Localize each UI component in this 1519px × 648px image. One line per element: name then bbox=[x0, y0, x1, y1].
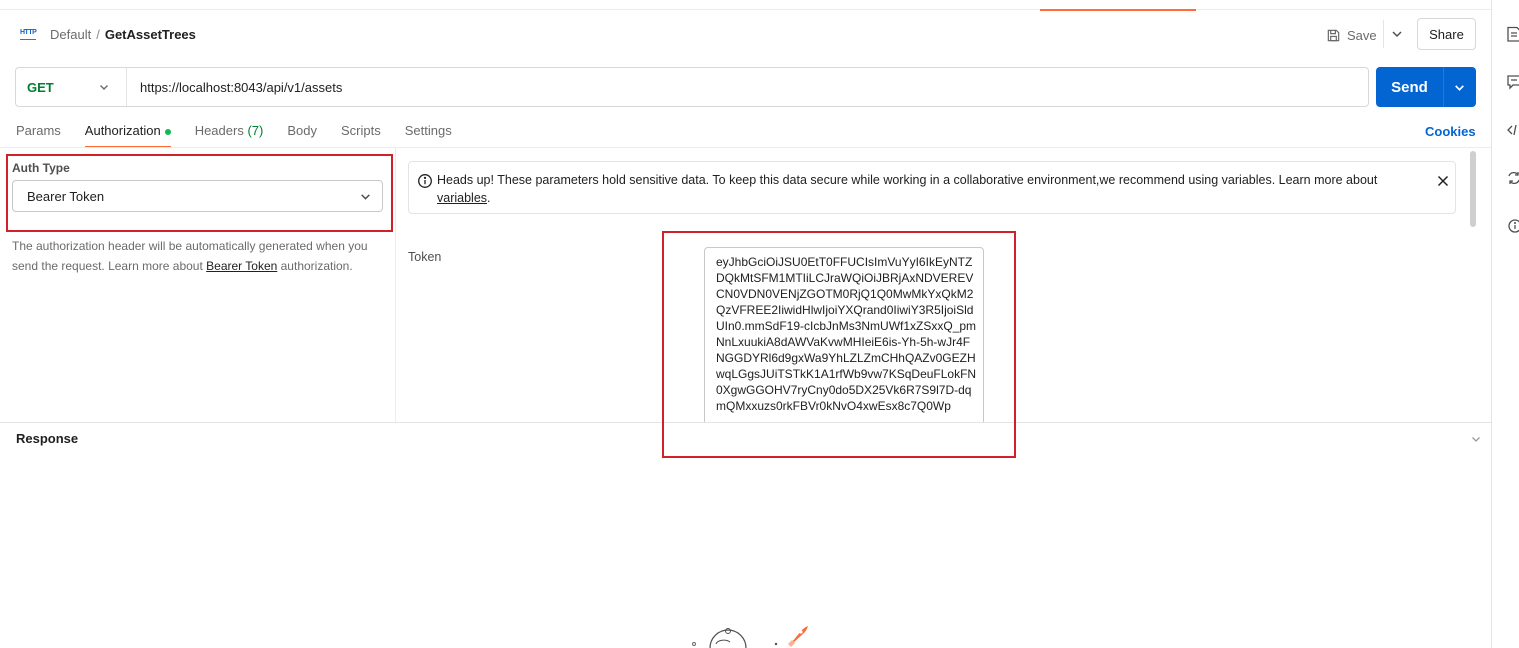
request-name[interactable]: GetAssetTrees bbox=[105, 27, 196, 42]
chevron-down-icon[interactable] bbox=[1453, 81, 1466, 94]
sensitive-data-notice: Heads up! These parameters hold sensitiv… bbox=[408, 161, 1456, 214]
breadcrumb-collection[interactable]: Default bbox=[50, 27, 91, 42]
document-icon[interactable] bbox=[1507, 26, 1519, 42]
request-tabs: Params Authorization Headers (7) Body Sc… bbox=[16, 122, 476, 148]
tab-body[interactable]: Body bbox=[287, 122, 317, 148]
right-sidebar bbox=[1491, 0, 1519, 648]
breadcrumb: Default / GetAssetTrees bbox=[50, 27, 196, 42]
astronaut-rocket-illustration bbox=[692, 626, 808, 648]
info-icon[interactable] bbox=[1507, 218, 1519, 234]
save-button[interactable]: Save bbox=[1326, 24, 1377, 46]
cookies-link[interactable]: Cookies bbox=[1425, 124, 1476, 139]
tab-headers-label: Headers bbox=[194, 123, 244, 138]
request-header: HTTP Default / GetAssetTrees Save Share bbox=[0, 14, 1491, 54]
tab-authorization[interactable]: Authorization bbox=[84, 122, 171, 148]
tab-headers[interactable]: Headers (7) bbox=[195, 122, 264, 148]
response-divider bbox=[0, 422, 1491, 423]
url-input[interactable] bbox=[140, 77, 1340, 97]
chevron-down-icon bbox=[361, 194, 370, 200]
bearer-token-link[interactable]: Bearer Token bbox=[206, 259, 277, 273]
response-title: Response bbox=[16, 431, 79, 446]
scrollbar[interactable] bbox=[1470, 151, 1476, 227]
status-dot bbox=[164, 128, 171, 135]
breadcrumb-separator: / bbox=[96, 27, 100, 42]
save-label: Save bbox=[1347, 27, 1377, 43]
close-icon[interactable] bbox=[1436, 174, 1450, 188]
share-button[interactable]: Share bbox=[1417, 18, 1476, 50]
send-divider bbox=[1443, 67, 1444, 107]
auth-description: The authorization header will be automat… bbox=[12, 236, 384, 276]
token-input[interactable]: eyJhbGciOiJSU0EtT0FFUCIsImVuYyI6IkEyNTZD… bbox=[704, 247, 984, 423]
save-divider bbox=[1383, 20, 1384, 48]
headers-count-badge: (7) bbox=[247, 123, 264, 138]
active-tab-indicator bbox=[1040, 9, 1196, 11]
tab-authorization-label: Authorization bbox=[84, 123, 161, 138]
comment-icon[interactable] bbox=[1507, 74, 1519, 90]
method-label: GET bbox=[27, 79, 54, 95]
send-label: Send bbox=[1391, 78, 1428, 96]
info-icon bbox=[418, 174, 432, 188]
method-select[interactable]: GET bbox=[16, 68, 127, 106]
variables-link[interactable]: variables bbox=[437, 191, 487, 205]
auth-type-select[interactable]: Bearer Token bbox=[12, 180, 383, 212]
url-bar: GET bbox=[15, 67, 1369, 107]
token-value: eyJhbGciOiJSU0EtT0FFUCIsImVuYyI6IkEyNTZD… bbox=[716, 255, 977, 413]
tab-settings[interactable]: Settings bbox=[405, 122, 452, 148]
auth-type-pane: Auth Type Bearer Token The authorization… bbox=[0, 148, 396, 422]
chevron-down-icon[interactable] bbox=[1470, 433, 1482, 445]
http-icon: HTTP bbox=[20, 28, 38, 42]
auth-type-value: Bearer Token bbox=[27, 188, 105, 204]
save-icon bbox=[1327, 29, 1340, 41]
notice-suffix: . bbox=[487, 191, 491, 205]
tab-params[interactable]: Params bbox=[16, 122, 61, 148]
notice-message: Heads up! These parameters hold sensitiv… bbox=[437, 171, 1417, 207]
top-bar bbox=[0, 0, 1491, 11]
send-button[interactable]: Send bbox=[1376, 67, 1476, 107]
auth-type-label: Auth Type bbox=[12, 161, 70, 175]
notice-text: Heads up! These parameters hold sensitiv… bbox=[437, 173, 1378, 187]
token-label: Token bbox=[408, 250, 442, 264]
chevron-down-icon bbox=[100, 85, 108, 90]
chevron-down-icon[interactable] bbox=[1389, 26, 1405, 42]
tab-scripts[interactable]: Scripts bbox=[341, 122, 381, 148]
sync-icon[interactable] bbox=[1507, 170, 1519, 186]
code-icon[interactable] bbox=[1507, 122, 1519, 138]
auth-description-suffix: authorization. bbox=[277, 259, 353, 273]
